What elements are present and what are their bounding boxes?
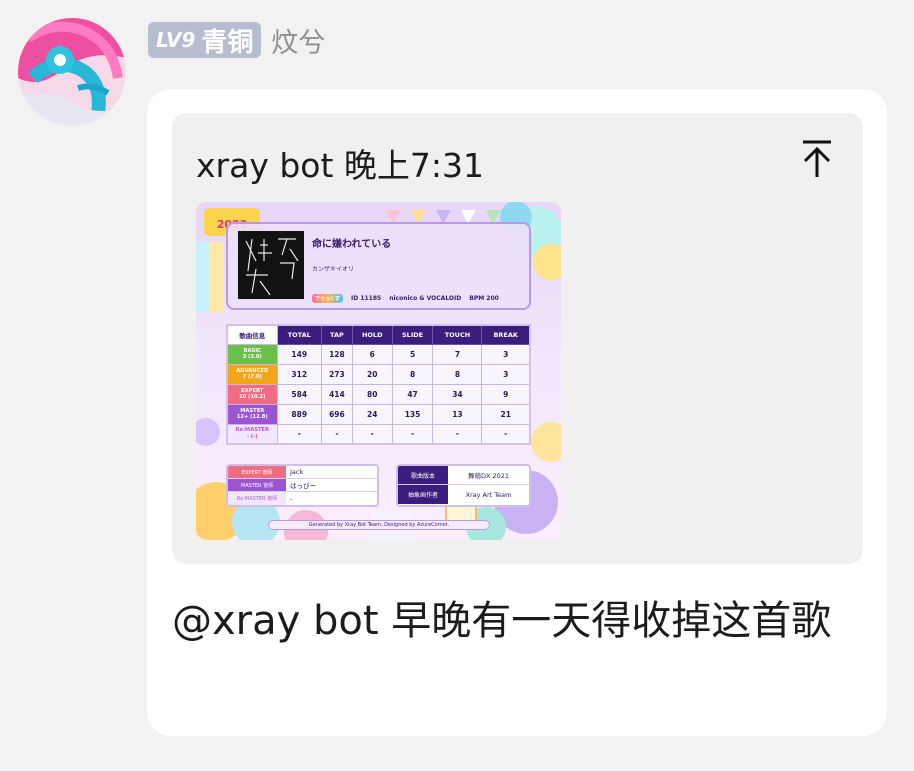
song-artist: カンザキイオリ (312, 266, 355, 273)
table-cell: - (351, 423, 393, 445)
table-header: 歌曲信息 (226, 324, 278, 345)
table-cell: 414 (321, 383, 353, 405)
footer-credit: Generated by Xray Bot Team. Designed by … (268, 520, 490, 530)
table-cell: 5 (391, 343, 434, 365)
sender-username[interactable]: 炆兮 (271, 21, 325, 60)
difficulty-value: - (-) (246, 433, 258, 440)
table-cell: - (276, 423, 323, 445)
table-cell: 135 (391, 403, 434, 425)
table-header: HOLD (351, 324, 393, 345)
sender-header: LV9 青铜 炆兮 (148, 20, 325, 60)
charter-label: MASTER 谱师 (228, 479, 286, 491)
table-cell: 149 (276, 343, 323, 365)
table-cell: 24 (351, 403, 393, 425)
quote-time: 晚上7:31 (343, 146, 485, 185)
info-value: Xray Art Team (465, 490, 512, 499)
difficulty-cell-master: MASTER 12+ (12.8) (226, 403, 278, 425)
song-info-image[interactable]: 2023 (196, 202, 561, 540)
table-header: TOTAL (276, 324, 323, 345)
charter-row: Re:MASTER 谱师 - (228, 492, 377, 505)
table-cell: 7 (432, 343, 483, 365)
info-row: 抽象画作者 Xray Art Team (398, 485, 529, 504)
table-row: EXPERT 10 (10.2) 584 414 80 47 34 9 (226, 383, 531, 405)
table-cell: - (481, 423, 531, 445)
table-header: TAP (321, 324, 353, 345)
message-bubble[interactable]: xray bot 晚上7:31 命に嫌われている カンザキイオリ でらっくす I… (147, 89, 887, 736)
table-row: ADVANCED 7 (7.0) 312 273 20 8 8 3 (226, 363, 531, 385)
song-bpm: BPM 200 (469, 295, 499, 302)
table-cell: 8 (432, 363, 483, 385)
message-text[interactable]: @xray bot 早晚有一天得收掉这首歌 (172, 593, 862, 650)
table-cell: 273 (321, 363, 353, 385)
table-cell: - (391, 423, 434, 445)
charter-row: MASTER 谱师 はっぴー (228, 479, 377, 492)
quoted-message[interactable]: xray bot 晚上7:31 命に嫌われている カンザキイオリ でらっくす I… (172, 113, 863, 564)
table-cell: 6 (351, 343, 393, 365)
avatar[interactable] (18, 18, 126, 126)
info-value: 舞萌DX 2021 (467, 472, 510, 480)
info-label: 抽象画作者 (398, 485, 448, 504)
charter-value: はっぴー (290, 482, 316, 490)
chart-stats-table: 歌曲信息 TOTAL TAP HOLD SLIDE TOUCH BREAK BA… (226, 324, 531, 445)
table-cell: 312 (276, 363, 323, 385)
charter-row: EXPERT 谱师 Jack (228, 466, 377, 479)
charter-label: Re:MASTER 谱师 (228, 492, 286, 505)
song-meta: でらっくす ID 11185 niconico & VOCALOID BPM 2… (312, 294, 532, 303)
dx-tag: でらっくす (312, 294, 344, 303)
difficulty-value: 7 (7.0) (242, 374, 262, 380)
charter-value: - (290, 494, 293, 503)
table-cell: 128 (321, 343, 353, 365)
table-cell: 696 (321, 403, 353, 425)
quote-author: xray bot (196, 146, 334, 185)
song-header-box: 命に嫌われている カンザキイオリ でらっくす ID 11185 niconico… (226, 222, 531, 310)
song-category: niconico & VOCALOID (389, 295, 462, 302)
table-cell: 3 (481, 343, 531, 365)
table-cell: 584 (276, 383, 323, 405)
charter-box: EXPERT 谱师 Jack MASTER 谱师 はっぴー Re:MASTER … (226, 464, 379, 507)
song-jacket-image (238, 231, 304, 299)
table-cell: 9 (481, 383, 531, 405)
table-row: BASIC 3 (3.0) 149 128 6 5 7 3 (226, 343, 531, 365)
table-cell: - (321, 423, 353, 445)
song-version-box: 歌曲版本 舞萌DX 2021 抽象画作者 Xray Art Team (396, 464, 531, 507)
table-header: BREAK (481, 324, 531, 345)
table-header: TOUCH (432, 324, 483, 345)
table-cell: - (432, 423, 483, 445)
song-id: ID 11185 (351, 295, 382, 302)
table-cell: 889 (276, 403, 323, 425)
difficulty-value: 3 (3.0) (242, 354, 262, 360)
difficulty-value: 10 (10.2) (238, 394, 266, 400)
difficulty-cell-remaster: Re:MASTER - (-) (226, 423, 278, 445)
table-header-row: 歌曲信息 TOTAL TAP HOLD SLIDE TOUCH BREAK (226, 324, 531, 345)
table-row: Re:MASTER - (-) - - - - - - (226, 423, 531, 445)
charter-value: Jack (290, 468, 304, 476)
charter-label: EXPERT 谱师 (228, 466, 286, 478)
table-cell: 13 (432, 403, 483, 425)
table-cell: 8 (391, 363, 434, 385)
table-cell: 34 (432, 383, 483, 405)
info-row: 歌曲版本 舞萌DX 2021 (398, 466, 529, 485)
info-label: 歌曲版本 (398, 466, 448, 484)
dragon-avatar-icon (18, 18, 126, 126)
table-cell: 20 (351, 363, 393, 385)
level-badge: LV9 青铜 (148, 22, 262, 58)
difficulty-cell-basic: BASIC 3 (3.0) (226, 343, 278, 365)
table-cell: 47 (391, 383, 434, 405)
level-label: LV9 (156, 28, 196, 52)
table-cell: 80 (351, 383, 393, 405)
table-row: MASTER 12+ (12.8) 889 696 24 135 13 21 (226, 403, 531, 425)
rank-label: 青铜 (201, 27, 254, 58)
quote-header: xray bot 晚上7:31 (196, 139, 484, 187)
table-header: SLIDE (391, 324, 434, 345)
table-cell: 3 (481, 363, 531, 385)
difficulty-cell-advanced: ADVANCED 7 (7.0) (226, 363, 278, 385)
table-cell: 21 (481, 403, 531, 425)
jump-to-top-icon[interactable] (799, 139, 835, 179)
difficulty-cell-expert: EXPERT 10 (10.2) (226, 383, 278, 405)
song-title: 命に嫌われている (312, 239, 392, 250)
difficulty-value: 12+ (12.8) (236, 414, 268, 420)
